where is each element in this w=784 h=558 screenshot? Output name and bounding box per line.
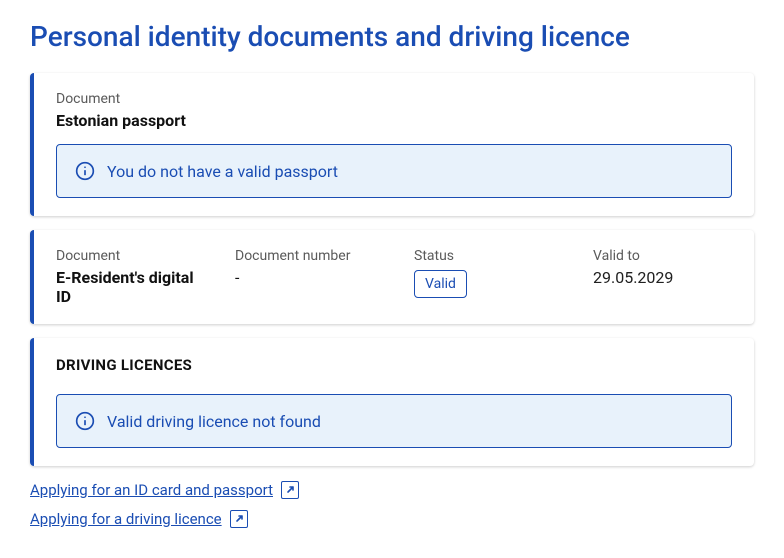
passport-doc-name: Estonian passport <box>56 111 732 130</box>
eresident-doc-name: E-Resident's digital ID <box>56 268 195 306</box>
driving-notice-text: Valid driving licence not found <box>107 412 321 431</box>
page-title: Personal identity documents and driving … <box>30 20 754 53</box>
link-id-passport[interactable]: Applying for an ID card and passport <box>30 481 299 499</box>
eresident-validto-label: Valid to <box>593 248 732 264</box>
eresident-number-label: Document number <box>235 248 374 264</box>
info-icon <box>75 411 95 431</box>
eresident-validto-value: 29.05.2029 <box>593 268 732 287</box>
external-link-icon <box>281 481 299 499</box>
passport-card: Document Estonian passport You do not ha… <box>30 73 754 216</box>
driving-section-title: DRIVING LICENCES <box>56 356 732 374</box>
eresident-card: Document E-Resident's digital ID Documen… <box>30 230 754 324</box>
passport-notice-text: You do not have a valid passport <box>107 162 338 181</box>
eresident-number-value: - <box>235 268 374 287</box>
driving-notice: Valid driving licence not found <box>56 394 732 448</box>
status-badge: Valid <box>414 270 467 298</box>
passport-doc-label: Document <box>56 91 732 107</box>
external-links: Applying for an ID card and passport App… <box>30 480 754 538</box>
eresident-doc-label: Document <box>56 248 195 264</box>
eresident-status-label: Status <box>414 248 553 264</box>
link-id-passport-text: Applying for an ID card and passport <box>30 481 273 499</box>
passport-notice: You do not have a valid passport <box>56 144 732 198</box>
info-icon <box>75 161 95 181</box>
driving-card: DRIVING LICENCES Valid driving licence n… <box>30 338 754 466</box>
